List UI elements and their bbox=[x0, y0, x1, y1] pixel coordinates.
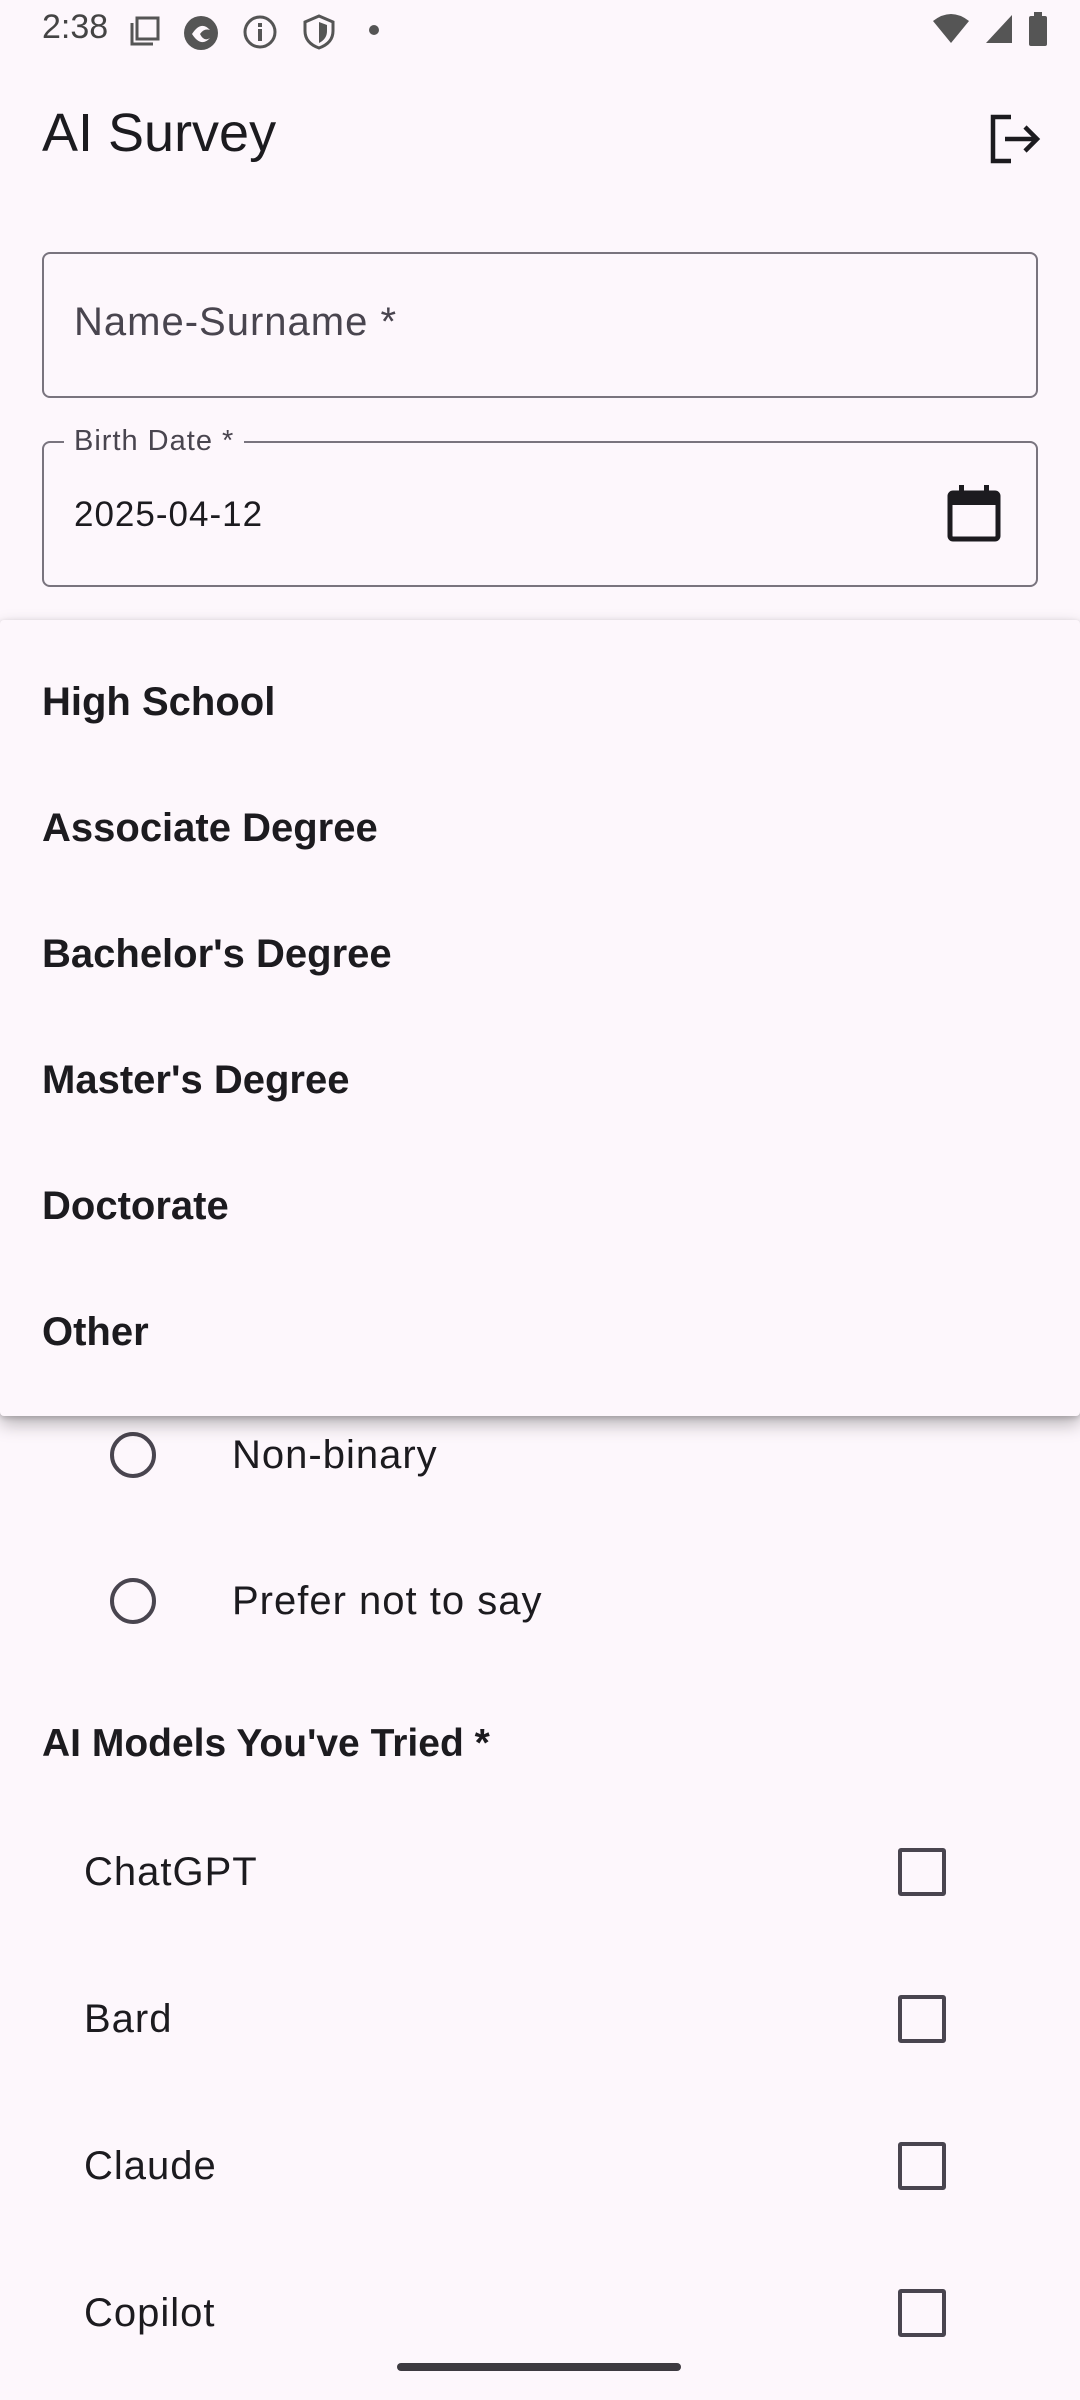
menu-item-masters-degree[interactable]: Master's Degree bbox=[0, 1017, 1080, 1143]
gender-option-label: Prefer not to say bbox=[232, 1578, 543, 1623]
app-notification-icon bbox=[184, 16, 218, 50]
menu-item-associate-degree[interactable]: Associate Degree bbox=[0, 765, 1080, 891]
ai-model-label: Bard bbox=[84, 1997, 173, 2041]
calendar-icon bbox=[947, 485, 1001, 542]
gesture-navigation-bar[interactable] bbox=[397, 2363, 681, 2371]
radio-button[interactable] bbox=[110, 1578, 156, 1624]
checkbox[interactable] bbox=[898, 1848, 946, 1896]
calendar-button[interactable] bbox=[946, 483, 1006, 545]
battery-icon bbox=[1029, 12, 1047, 46]
menu-item-label: Master's Degree bbox=[42, 1057, 350, 1102]
ai-model-option-claude[interactable]: Claude bbox=[0, 2106, 1080, 2226]
menu-item-bachelors-degree[interactable]: Bachelor's Degree bbox=[0, 891, 1080, 1017]
info-icon bbox=[243, 15, 277, 49]
cellular-signal-icon bbox=[986, 15, 1012, 43]
gender-option-label: Non-binary bbox=[232, 1432, 438, 1477]
name-surname-field[interactable]: Name-Surname * bbox=[42, 252, 1038, 398]
wifi-icon bbox=[933, 14, 969, 43]
checkbox[interactable] bbox=[898, 1995, 946, 2043]
logout-icon bbox=[990, 114, 1041, 164]
survey-screen: 2:38 AI Survey Name-Surname * Birth Date… bbox=[0, 0, 1080, 2400]
gender-option-non-binary[interactable]: Non-binary bbox=[110, 1415, 437, 1495]
menu-item-label: Bachelor's Degree bbox=[42, 931, 392, 976]
status-bar: 2:38 bbox=[0, 0, 1080, 64]
ai-model-label: Copilot bbox=[84, 2291, 216, 2335]
gender-option-prefer-not-to-say[interactable]: Prefer not to say bbox=[110, 1561, 541, 1641]
ai-models-heading: AI Models You've Tried * bbox=[42, 1722, 490, 1765]
menu-item-high-school[interactable]: High School bbox=[0, 639, 1080, 765]
shield-icon bbox=[303, 14, 335, 50]
radio-button[interactable] bbox=[110, 1432, 156, 1478]
logout-button[interactable] bbox=[980, 104, 1050, 174]
menu-item-label: Other bbox=[42, 1309, 149, 1354]
ai-model-option-copilot[interactable]: Copilot bbox=[0, 2253, 1080, 2373]
menu-item-label: Associate Degree bbox=[42, 805, 378, 850]
ai-model-label: Claude bbox=[84, 2144, 217, 2188]
checkbox[interactable] bbox=[898, 2289, 946, 2337]
name-surname-placeholder: Name-Surname * bbox=[74, 300, 398, 344]
birth-date-label: Birth Date * bbox=[64, 425, 245, 458]
ai-model-label: ChatGPT bbox=[84, 1850, 258, 1894]
ai-model-option-chatgpt[interactable]: ChatGPT bbox=[0, 1812, 1080, 1932]
birth-date-field[interactable]: Birth Date * 2025-04-12 bbox=[42, 425, 1038, 587]
checkbox[interactable] bbox=[898, 2142, 946, 2190]
birth-date-value: 2025-04-12 bbox=[74, 495, 264, 534]
status-time: 2:38 bbox=[42, 8, 109, 46]
menu-item-other[interactable]: Other bbox=[0, 1269, 1080, 1395]
menu-item-label: High School bbox=[42, 679, 276, 724]
dot-icon bbox=[369, 25, 379, 35]
status-right-icons bbox=[932, 12, 1048, 46]
menu-item-doctorate[interactable]: Doctorate bbox=[0, 1143, 1080, 1269]
education-dropdown-menu: High School Associate Degree Bachelor's … bbox=[0, 620, 1080, 1416]
app-title: AI Survey bbox=[42, 103, 277, 163]
screenshot-notification-icon bbox=[130, 16, 160, 46]
menu-item-label: Doctorate bbox=[42, 1183, 229, 1228]
ai-model-option-bard[interactable]: Bard bbox=[0, 1959, 1080, 2079]
